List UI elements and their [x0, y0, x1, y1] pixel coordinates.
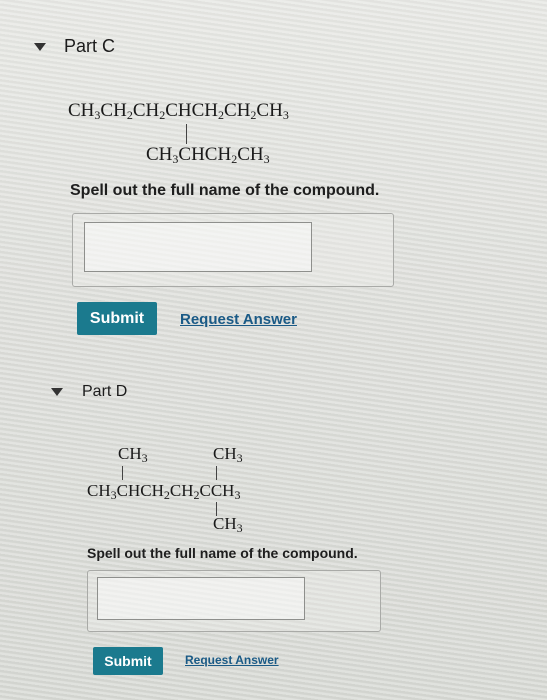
formula-text: CH: [213, 514, 237, 533]
formula-sub: 3: [141, 451, 148, 465]
part-c-title: Part C: [64, 36, 116, 56]
formula-sub: 3: [236, 451, 243, 465]
formula-text: CH: [132, 100, 160, 121]
part-d-top-right-group: CH3: [213, 444, 243, 466]
screen: Part C CH3CH2CH2CHCH2CH2CH3 CH3CHCH2CH3 …: [0, 0, 547, 700]
bond-line: [186, 124, 187, 144]
part-c-question: Spell out the full name of the compound.: [70, 182, 380, 199]
formula-text: CHCH: [178, 144, 232, 165]
formula-text: CH: [118, 444, 142, 463]
part-d-formula-main: CH3CHCH2CH2CCH3: [87, 481, 240, 503]
formula-sub: 3: [234, 488, 241, 502]
part-d-title: Part D: [82, 383, 128, 400]
part-d-header[interactable]: Part D: [51, 383, 127, 401]
part-d-answer-input[interactable]: [97, 577, 305, 620]
part-c-answer-input[interactable]: [84, 222, 312, 272]
part-d-top-left-group: CH3: [118, 444, 148, 466]
part-d-request-answer-link[interactable]: Request Answer: [185, 653, 279, 667]
formula-text: CH: [169, 481, 194, 500]
formula-sub: 3: [282, 108, 289, 122]
formula-text: CCH: [199, 481, 235, 500]
bond-line: [216, 466, 217, 480]
part-c-header[interactable]: Part C: [34, 36, 115, 57]
formula-sub: 3: [236, 521, 243, 535]
formula-text: CH: [68, 100, 95, 121]
bond-line: [122, 466, 123, 480]
formula-text: CH: [237, 144, 264, 165]
part-c-formula-branch: CH3CHCH2CH3: [146, 144, 270, 167]
part-c-request-answer-link[interactable]: Request Answer: [180, 311, 297, 328]
formula-text: CH: [87, 481, 111, 500]
formula-text: CH: [100, 100, 127, 121]
part-d-bottom-group: CH3: [213, 514, 243, 536]
formula-text: CH: [146, 144, 173, 165]
part-d-question: Spell out the full name of the compound.: [87, 545, 358, 561]
part-c-formula-main: CH3CH2CH2CHCH2CH2CH3: [68, 100, 289, 123]
formula-sub: 3: [263, 152, 270, 166]
formula-text: CH: [224, 100, 251, 121]
formula-text: CH: [256, 100, 283, 121]
part-d-submit-button[interactable]: Submit: [93, 647, 163, 675]
part-c-submit-button[interactable]: Submit: [77, 302, 157, 335]
collapse-caret-icon[interactable]: [34, 42, 46, 51]
formula-text: CH: [213, 444, 237, 463]
formula-text: CHCH: [165, 100, 219, 121]
collapse-caret-icon[interactable]: [51, 388, 63, 396]
formula-text: CHCH: [116, 481, 164, 500]
